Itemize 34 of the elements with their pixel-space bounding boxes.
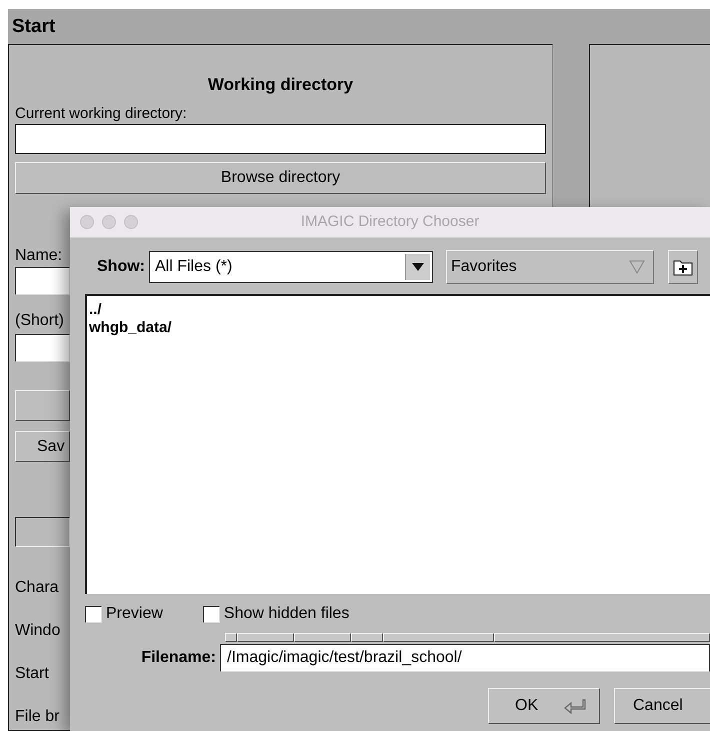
- field-label: (Short): [15, 312, 64, 329]
- new-folder-button[interactable]: [668, 250, 698, 284]
- file-list-item[interactable]: ../: [89, 301, 102, 318]
- save-button[interactable]: Sav: [15, 431, 70, 462]
- filename-label: Filename:: [140, 649, 217, 667]
- directory-field[interactable]: [15, 124, 546, 154]
- field-label: Start: [15, 665, 49, 682]
- window-title: Start: [12, 16, 56, 38]
- new-folder-icon: [673, 258, 693, 276]
- text-field[interactable]: [15, 517, 70, 547]
- section-heading: Working directory: [208, 75, 354, 94]
- checkbox-label: Show hidden files: [224, 605, 350, 623]
- dropdown-arrow-icon: [629, 260, 645, 274]
- text-field[interactable]: [15, 267, 70, 295]
- checkbox-label: Preview: [106, 605, 163, 623]
- favorites-dropdown[interactable]: Favorites: [446, 250, 654, 284]
- field-label: Current working directory:: [15, 105, 187, 122]
- cancel-button[interactable]: Cancel: [614, 688, 710, 724]
- dropdown-arrow-icon: [412, 263, 424, 271]
- checkbox[interactable]: [202, 606, 220, 622]
- filter-dropdown[interactable]: All Files (*): [149, 251, 433, 283]
- field-label: Name:: [15, 247, 62, 264]
- browse-button[interactable]: Browse directory: [15, 162, 546, 194]
- file-list-item[interactable]: whgb_data/: [89, 319, 172, 336]
- panel-button[interactable]: [15, 390, 70, 421]
- text-field[interactable]: [15, 334, 70, 362]
- ok-button[interactable]: OK: [488, 688, 600, 724]
- dialog-title: IMAGIC Directory Chooser: [300, 213, 480, 230]
- show-label: Show:: [97, 258, 145, 276]
- field-label: File br: [15, 708, 60, 725]
- checkbox[interactable]: [85, 606, 102, 622]
- filename-field[interactable]: /Imagic/imagic/test/brazil_school/: [220, 644, 710, 672]
- field-label: Windo: [15, 622, 60, 639]
- field-label: Chara: [15, 579, 59, 596]
